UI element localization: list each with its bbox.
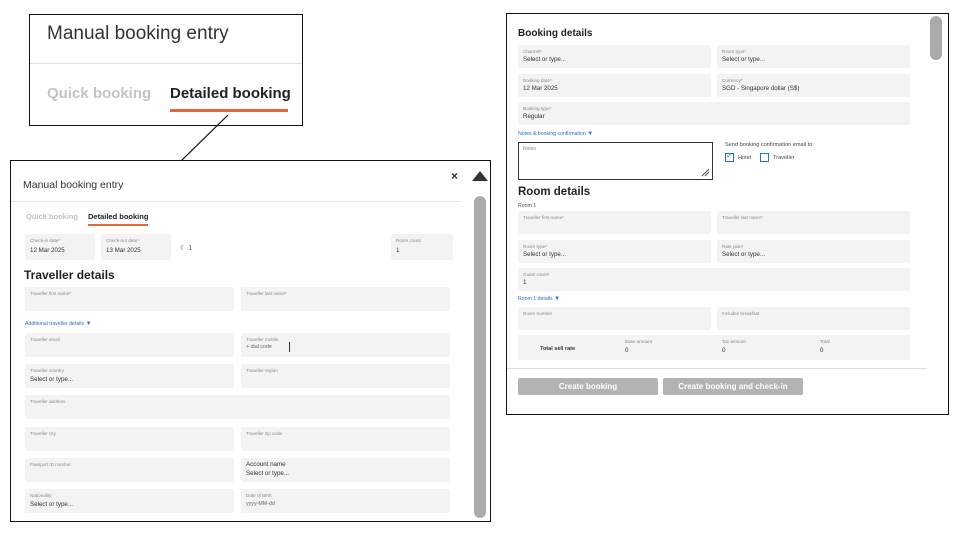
guest-count-field[interactable]: Guest count* 1 — [518, 268, 910, 291]
room-traveller-last-name-field[interactable]: Traveller last name* — [717, 211, 910, 234]
notes-textarea[interactable]: Notes — [518, 142, 713, 180]
tab-detailed-booking[interactable]: Detailed booking — [88, 212, 148, 221]
modal-scrollbar-thumb[interactable] — [474, 196, 486, 518]
room-traveller-first-name-field[interactable]: Traveller first name* — [518, 211, 711, 234]
chevron-down-icon: ▼ — [587, 131, 594, 137]
room-type-field[interactable]: Room type* Select or type... — [717, 45, 910, 68]
checkout-date-field[interactable]: Check-out date* 13 Mar 2025 — [101, 234, 171, 260]
room-1-details-link[interactable]: Room 1 details ▼ — [518, 296, 560, 302]
passport-id-field[interactable]: Passport ID number — [25, 458, 234, 482]
total-amount-field[interactable]: Total 0 — [815, 335, 905, 360]
zoom-tab-quick-booking[interactable]: Quick booking — [47, 85, 151, 102]
chevron-down-icon: ▼ — [554, 296, 561, 302]
booking-details-panel: Booking details Channel* Select or type.… — [506, 13, 949, 415]
account-name-field[interactable]: Account name Select or type... — [241, 458, 450, 482]
zoom-divider — [30, 63, 302, 64]
booking-type-field[interactable]: Booking type* Regular — [518, 102, 910, 125]
traveller-checkbox-label: Traveller — [773, 155, 795, 161]
active-tab-underline — [88, 224, 148, 226]
traveller-mobile-field[interactable]: Traveller mobile + dial code — [241, 333, 450, 357]
additional-traveller-details-link[interactable]: Additional traveller details ▼ — [25, 321, 92, 327]
modal-header-divider — [11, 201, 461, 202]
channel-field[interactable]: Channel* Select or type... — [518, 45, 711, 68]
includes-breakfast-field[interactable]: Includes breakfast — [717, 307, 910, 330]
tax-amount-field[interactable]: Tax amount 0 — [717, 335, 807, 360]
traveller-details-heading: Traveller details — [24, 268, 115, 282]
room-details-heading: Room details — [518, 186, 591, 198]
traveller-country-field[interactable]: Traveller country Select or type... — [25, 364, 234, 388]
date-of-birth-field[interactable]: Date of Birth yyyy-MM-dd — [241, 489, 450, 513]
create-booking-button[interactable]: Create booking — [518, 378, 658, 395]
room-count-field[interactable]: Room count 1 — [391, 234, 453, 260]
traveller-zip-code-field[interactable]: Traveller zip code — [241, 427, 450, 451]
traveller-checkbox[interactable] — [760, 153, 769, 162]
zoom-title: Manual booking entry — [47, 23, 229, 44]
nationality-field[interactable]: Nationality Select or type... — [25, 489, 234, 513]
room-type-select-field[interactable]: Room type* Select or type... — [518, 240, 711, 263]
manual-booking-modal: Manual booking entry × Quick booking Det… — [10, 160, 491, 522]
zoom-tab-detailed-booking[interactable]: Detailed booking — [170, 85, 291, 102]
scroll-up-icon[interactable] — [472, 171, 488, 181]
nights-count: 1 — [188, 245, 193, 252]
modal-title: Manual booking entry — [23, 179, 124, 191]
checkin-date-field[interactable]: Check-in date* 12 Mar 2025 — [25, 234, 95, 260]
hotel-checkbox[interactable] — [725, 151, 734, 162]
traveller-last-name-field[interactable]: Traveller last name* — [241, 287, 450, 311]
booking-details-heading: Booking details — [518, 28, 593, 39]
traveller-region-field[interactable]: Traveller region — [241, 364, 450, 388]
traveller-address-field[interactable]: Traveller address — [25, 395, 450, 419]
moon-icon: ☾ — [180, 245, 187, 252]
close-icon[interactable]: × — [451, 169, 458, 183]
footer-divider — [507, 368, 927, 369]
rate-plan-field[interactable]: Rate plan* Select or type... — [717, 240, 910, 263]
notes-confirmation-link[interactable]: Notes & booking confirmation ▼ — [518, 131, 593, 137]
traveller-city-field[interactable]: Traveller city — [25, 427, 234, 451]
traveller-email-field[interactable]: Traveller email — [25, 333, 234, 357]
room-1-label: Room 1 — [518, 203, 537, 209]
traveller-first-name-field[interactable]: Traveller first name* — [25, 287, 234, 311]
base-amount-field[interactable]: Base amount 0 — [620, 335, 710, 360]
room-number-field[interactable]: Room number — [518, 307, 711, 330]
booking-date-field[interactable]: Booking date* 12 Mar 2025 — [518, 74, 711, 97]
hotel-checkbox-label: Hotel — [738, 155, 752, 161]
resize-grip-icon[interactable] — [700, 167, 710, 177]
send-confirmation-label: Send booking confirmation email to: — [725, 142, 814, 148]
zoom-callout: Manual booking entry Quick booking Detai… — [29, 14, 303, 126]
total-sell-rate-label: Total sell rate — [540, 346, 576, 352]
tab-quick-booking[interactable]: Quick booking — [26, 212, 78, 221]
create-booking-and-checkin-button[interactable]: Create booking and check-in — [663, 378, 803, 395]
text-cursor — [289, 342, 290, 352]
panel-scrollbar-thumb[interactable] — [930, 16, 942, 60]
nights-indicator: ☾ 1 — [180, 244, 192, 252]
chevron-down-icon: ▼ — [85, 321, 92, 327]
zoom-active-tab-underline — [170, 109, 288, 112]
currency-field[interactable]: Currency* SGD - Singapore dollar (S$) — [717, 74, 910, 97]
